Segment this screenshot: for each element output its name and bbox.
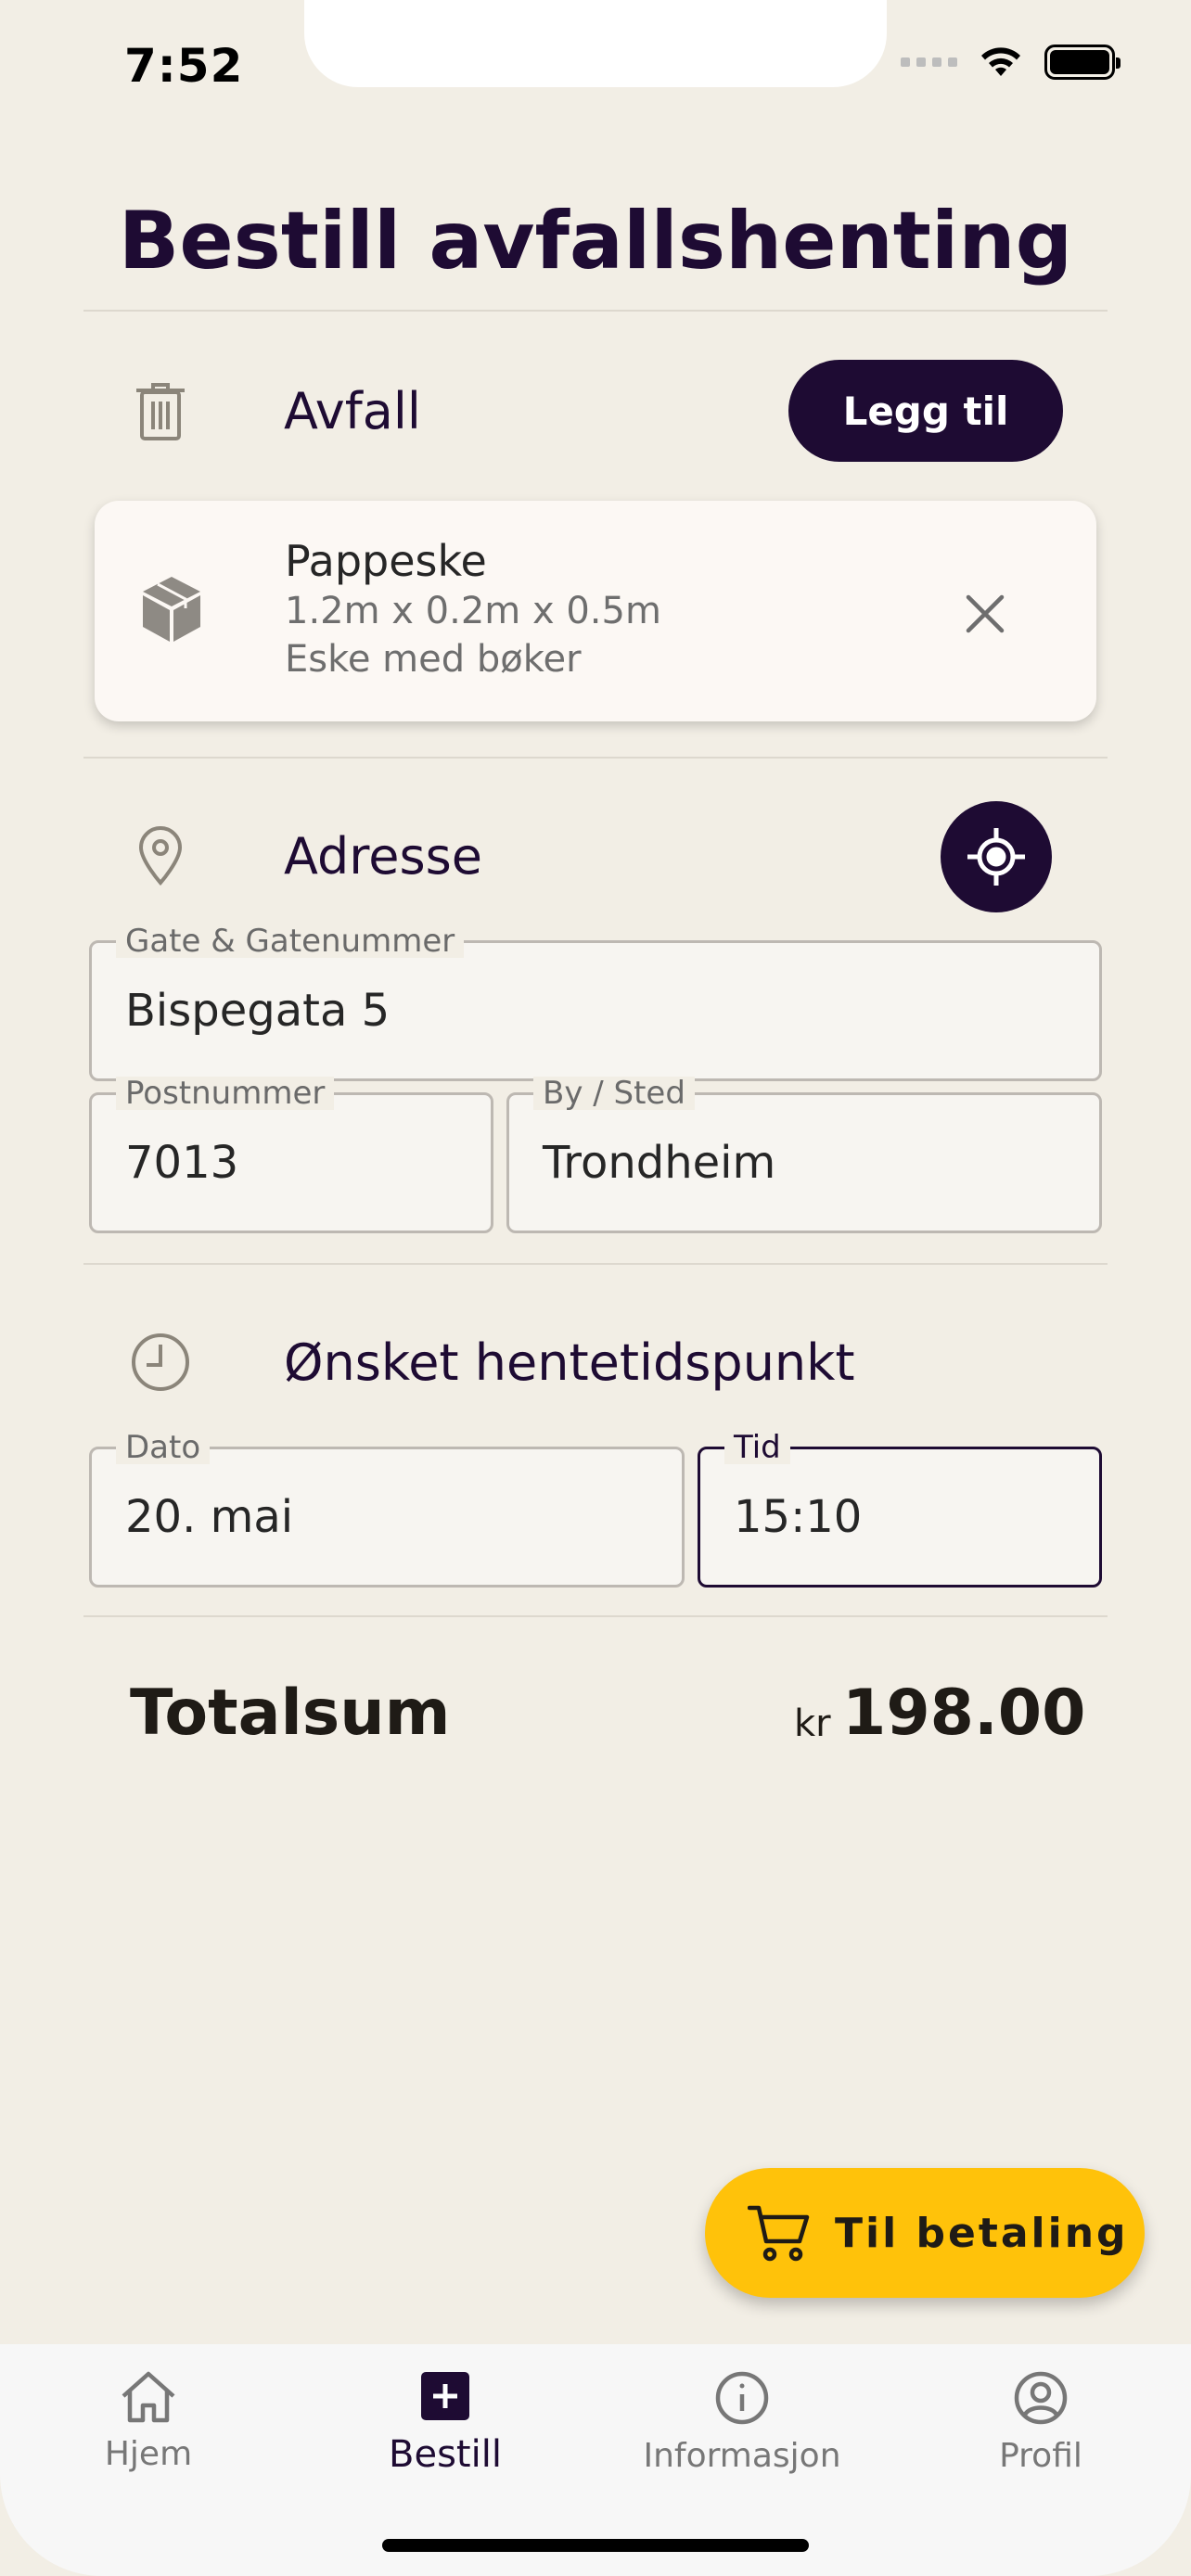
device-notch <box>304 0 887 87</box>
clock-icon <box>128 1330 193 1395</box>
waste-item-description: Eske med bøker <box>285 638 582 681</box>
status-time: 7:52 <box>124 39 244 93</box>
divider <box>83 757 1108 759</box>
total-amount: 198.00 <box>842 1677 1086 1750</box>
nav-label-home: Hjem <box>104 2435 193 2473</box>
total-label: Totalsum <box>130 1677 451 1750</box>
nav-item-profile[interactable]: Profil <box>920 2370 1161 2475</box>
page-title: Bestill avfallshenting <box>118 195 1073 287</box>
divider <box>83 1615 1108 1617</box>
nav-label-profile: Profil <box>999 2437 1082 2475</box>
cellular-signal-icon <box>901 57 957 67</box>
date-field-value: 20. mai <box>125 1491 294 1543</box>
time-field[interactable]: Tid 15:10 <box>698 1431 1102 1588</box>
status-icons <box>901 45 1121 80</box>
waste-item-name: Pappeske <box>285 536 487 586</box>
gps-target-icon <box>967 828 1025 886</box>
nav-item-information[interactable]: Informasjon <box>621 2370 863 2475</box>
divider <box>83 1263 1108 1265</box>
add-box-icon <box>421 2372 469 2420</box>
divider <box>83 310 1108 312</box>
app-screen: 7:52 Bestill avfallshenting Avfall Legg … <box>0 0 1191 2576</box>
city-field[interactable]: By / Sted Trondheim <box>506 1077 1102 1233</box>
add-waste-button[interactable]: Legg til <box>788 360 1063 462</box>
pickup-time-section-label: Ønsket hentetidspunkt <box>284 1333 855 1392</box>
use-location-button[interactable] <box>941 801 1052 912</box>
street-field-value: Bispegata 5 <box>125 985 391 1037</box>
street-field[interactable]: Gate & Gatenummer Bispegata 5 <box>89 925 1102 1081</box>
nav-item-home[interactable]: Hjem <box>28 2370 269 2473</box>
checkout-button-label: Til betaling <box>835 2209 1129 2257</box>
account-circle-icon <box>1014 2371 1068 2425</box>
shopping-cart-icon <box>748 2205 810 2262</box>
waste-section-label: Avfall <box>284 382 421 440</box>
trash-icon <box>128 378 193 443</box>
address-section-label: Adresse <box>284 827 482 886</box>
wifi-icon <box>981 47 1020 76</box>
waste-item-card[interactable]: Pappeske 1.2m x 0.2m x 0.5m Eske med bøk… <box>95 501 1096 721</box>
nav-item-order[interactable]: Bestill <box>325 2370 566 2476</box>
package-icon <box>141 575 202 647</box>
info-icon <box>715 2371 769 2425</box>
time-field-value: 15:10 <box>734 1491 863 1543</box>
postal-code-field-value: 7013 <box>125 1137 239 1189</box>
location-pin-icon <box>128 823 193 888</box>
postal-code-field[interactable]: Postnummer 7013 <box>89 1077 493 1233</box>
total-currency: kr <box>794 1702 831 1745</box>
city-field-value: Trondheim <box>543 1137 776 1189</box>
remove-waste-close-icon[interactable] <box>957 586 1013 642</box>
home-icon <box>122 2371 175 2423</box>
waste-item-dimensions: 1.2m x 0.2m x 0.5m <box>285 590 661 632</box>
nav-label-order: Bestill <box>389 2433 502 2476</box>
date-field[interactable]: Dato 20. mai <box>89 1431 685 1588</box>
nav-label-information: Informasjon <box>643 2437 841 2475</box>
checkout-button[interactable]: Til betaling <box>705 2168 1145 2298</box>
battery-icon <box>1044 45 1121 80</box>
home-indicator[interactable] <box>382 2539 809 2552</box>
